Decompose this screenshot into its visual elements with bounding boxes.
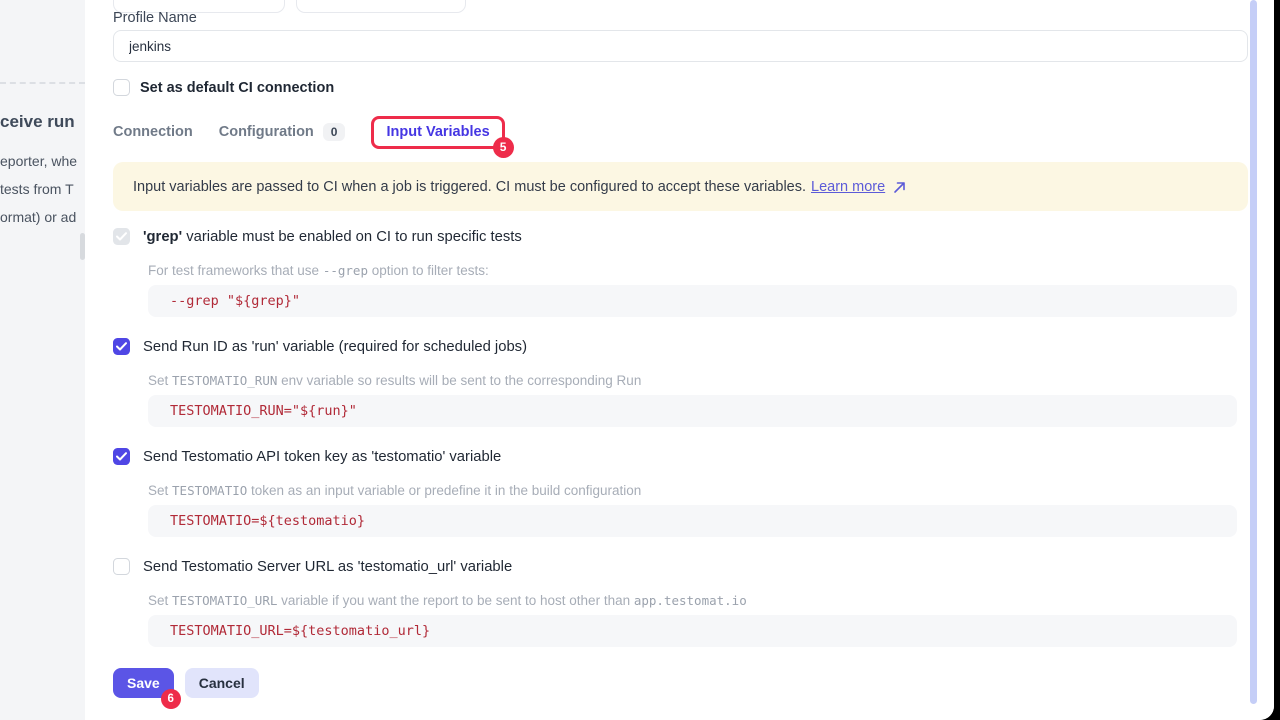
server-url-code: TESTOMATIO_URL=${testomatio_url} (170, 623, 430, 639)
cutoff-field[interactable] (296, 0, 466, 13)
cancel-button[interactable]: Cancel (185, 668, 259, 698)
external-link-icon (893, 181, 906, 194)
grep-code-block: --grep "${grep}" (148, 285, 1237, 317)
settings-tabs: Connection Configuration 0 Input Variabl… (113, 114, 505, 150)
variable-section-token: Send Testomatio API token key as 'testom… (113, 448, 1248, 543)
variable-section-run: Send Run ID as 'run' variable (required … (113, 338, 1248, 433)
token-label: Send Testomatio API token key as 'testom… (143, 449, 501, 465)
grep-checkbox (113, 228, 130, 245)
background-page-strip: ceive run eporter, whe tests from T orma… (0, 0, 85, 720)
server-url-description: Set TESTOMATIO_URL variable if you want … (148, 593, 747, 608)
default-connection-checkbox[interactable] (113, 79, 130, 96)
token-code: TESTOMATIO=${testomatio} (170, 513, 365, 529)
run-code-block: TESTOMATIO_RUN="${run}" (148, 395, 1237, 427)
server-url-label: Send Testomatio Server URL as 'testomati… (143, 559, 512, 575)
token-checkbox[interactable] (113, 448, 130, 465)
tab-input-variables[interactable]: Input Variables (386, 124, 489, 140)
server-url-checkbox[interactable] (113, 558, 130, 575)
run-label: Send Run ID as 'run' variable (required … (143, 339, 527, 355)
background-text-fragment: eporter, whe (0, 153, 77, 169)
background-text-fragment: tests from T (0, 181, 74, 197)
modal-scrollbar[interactable] (1250, 0, 1257, 704)
run-description: Set TESTOMATIO_RUN env variable so resul… (148, 373, 641, 388)
dashed-divider (0, 82, 85, 84)
tab-connection[interactable]: Connection (113, 124, 193, 140)
checkmark-icon (116, 452, 127, 461)
info-banner-text: Input variables are passed to CI when a … (133, 179, 806, 195)
annotation-step-badge: 5 (493, 137, 514, 158)
default-connection-label: Set as default CI connection (140, 80, 334, 96)
profile-name-input[interactable] (113, 30, 1248, 62)
learn-more-link[interactable]: Learn more (811, 179, 885, 195)
run-checkbox[interactable] (113, 338, 130, 355)
checkmark-icon (116, 342, 127, 351)
profile-name-label: Profile Name (113, 10, 197, 26)
run-code: TESTOMATIO_RUN="${run}" (170, 403, 357, 419)
save-button[interactable]: Save 6 (113, 668, 174, 698)
variable-section-grep: 'grep' variable must be enabled on CI to… (113, 228, 1248, 323)
token-description: Set TESTOMATIO token as an input variabl… (148, 483, 641, 498)
annotation-step-badge: 6 (161, 689, 181, 709)
checkmark-icon (116, 232, 127, 241)
configuration-count-badge: 0 (323, 123, 346, 141)
grep-description: For test frameworks that use --grep opti… (148, 263, 489, 278)
default-connection-row[interactable]: Set as default CI connection (113, 79, 334, 96)
tab-configuration[interactable]: Configuration 0 (219, 123, 346, 141)
browser-window: ceive run eporter, whe tests from T orma… (0, 0, 1274, 720)
variable-section-server-url: Send Testomatio Server URL as 'testomati… (113, 558, 1248, 653)
grep-label: 'grep' variable must be enabled on CI to… (143, 229, 522, 245)
server-url-code-block: TESTOMATIO_URL=${testomatio_url} (148, 615, 1237, 647)
background-heading-fragment: ceive run (0, 112, 75, 132)
ci-settings-modal: Profile Name Set as default CI connectio… (85, 0, 1274, 720)
modal-actions: Save 6 Cancel (113, 668, 259, 698)
annotation-highlight-box: Input Variables 5 (371, 116, 504, 149)
info-banner: Input variables are passed to CI when a … (113, 162, 1248, 211)
background-text-fragment: ormat) or ad (0, 209, 76, 225)
grep-code: --grep "${grep}" (170, 293, 300, 309)
token-code-block: TESTOMATIO=${testomatio} (148, 505, 1237, 537)
